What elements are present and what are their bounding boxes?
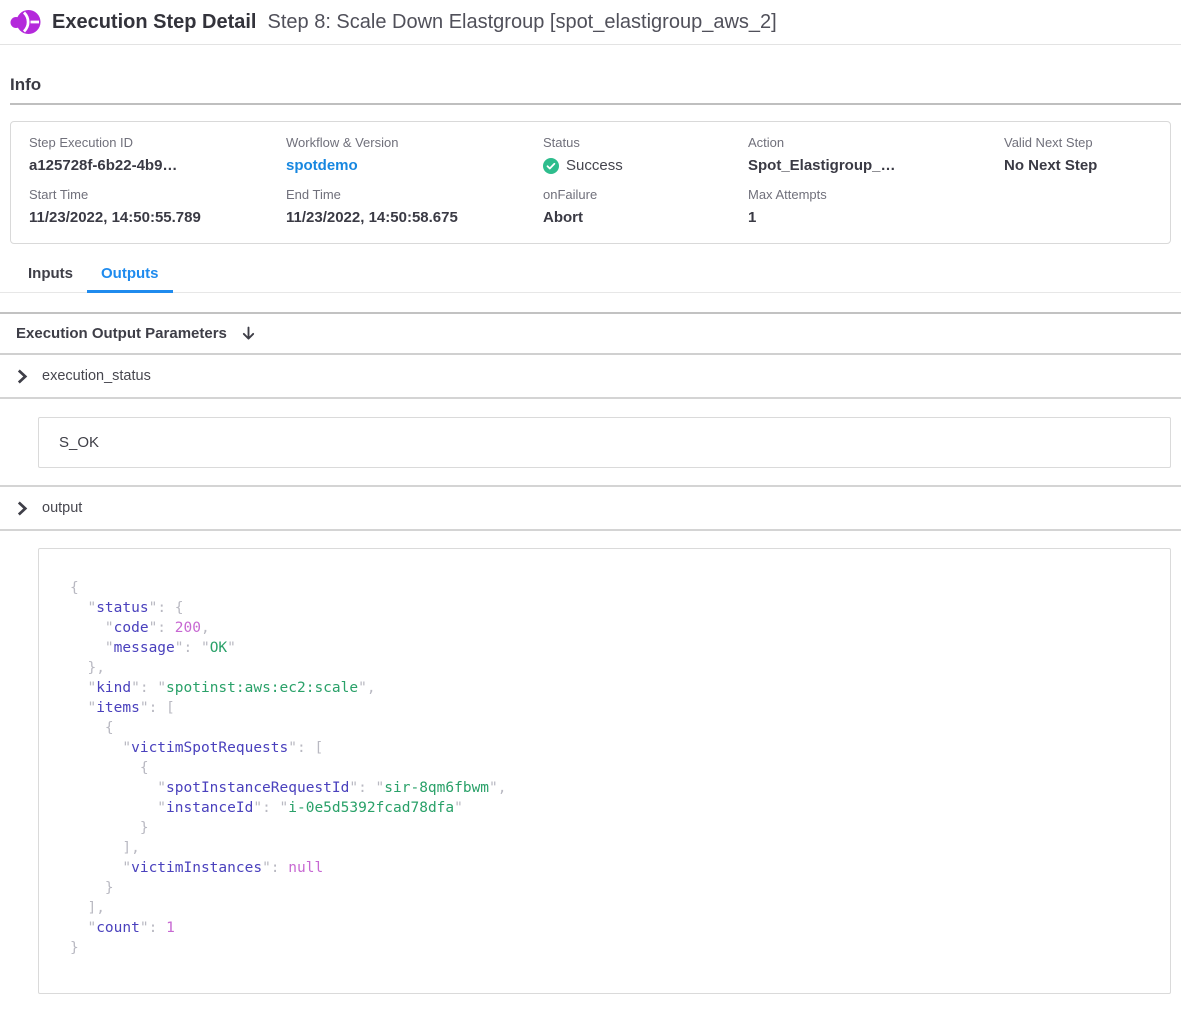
field-value: 11/23/2022, 14:50:55.789: [29, 209, 286, 226]
status-text: Success: [566, 157, 623, 174]
tab-inputs[interactable]: Inputs: [14, 257, 87, 292]
io-tabs: Inputs Outputs: [0, 257, 1181, 293]
status-badge: Success: [543, 157, 748, 174]
workflow-link[interactable]: spotdemo: [286, 157, 543, 174]
field-value: 1: [748, 209, 1004, 226]
field-end-time: End Time 11/23/2022, 14:50:58.675: [286, 187, 543, 226]
field-label: Max Attempts: [748, 187, 1004, 202]
info-section-heading: Info: [10, 45, 1181, 105]
field-max-attempts: Max Attempts 1: [748, 187, 1004, 226]
field-action: Action Spot_Elastigroup_…: [748, 135, 1004, 174]
brand-logo-icon: [10, 8, 41, 36]
field-value: 11/23/2022, 14:50:58.675: [286, 209, 543, 226]
download-outputs-button[interactable]: [240, 325, 257, 342]
field-label: Workflow & Version: [286, 135, 543, 150]
field-workflow-version: Workflow & Version spotdemo: [286, 135, 543, 174]
group-row-output[interactable]: output: [0, 487, 1181, 531]
field-label: Action: [748, 135, 1004, 150]
output-json-panel: { "status": { "code": 200, "message": "O…: [38, 548, 1171, 994]
tab-outputs[interactable]: Outputs: [87, 257, 173, 292]
info-card: Step Execution ID a125728f-6b22-4b9… Wor…: [10, 121, 1171, 244]
execution-status-value: S_OK: [59, 434, 99, 451]
download-arrow-icon: [240, 325, 257, 342]
field-value: a125728f-6b22-4b9…: [29, 157, 286, 174]
chevron-right-icon: [17, 501, 28, 516]
group-name: execution_status: [42, 368, 151, 384]
json-code: { "status": { "code": 200, "message": "O…: [70, 578, 1150, 958]
field-label: Status: [543, 135, 748, 150]
field-label: Valid Next Step: [1004, 135, 1170, 150]
page-subtitle: Step 8: Scale Down Elastgroup [spot_elas…: [268, 11, 777, 34]
field-label: onFailure: [543, 187, 748, 202]
page-header: Execution Step Detail Step 8: Scale Down…: [0, 0, 1181, 45]
field-label: End Time: [286, 187, 543, 202]
field-valid-next-step: Valid Next Step No Next Step: [1004, 135, 1170, 174]
field-value: Abort: [543, 209, 748, 226]
field-label: Step Execution ID: [29, 135, 286, 150]
info-fields-grid: Step Execution ID a125728f-6b22-4b9… Wor…: [29, 135, 1170, 226]
field-step-execution-id: Step Execution ID a125728f-6b22-4b9…: [29, 135, 286, 174]
output-parameters-heading-row: Execution Output Parameters: [0, 314, 1181, 355]
field-onfailure: onFailure Abort: [543, 187, 748, 226]
field-value: Spot_Elastigroup_…: [748, 157, 1004, 174]
field-start-time: Start Time 11/23/2022, 14:50:55.789: [29, 187, 286, 226]
chevron-right-icon: [17, 369, 28, 384]
field-value: No Next Step: [1004, 157, 1170, 174]
page-title: Execution Step Detail: [52, 11, 257, 34]
group-row-execution-status[interactable]: execution_status: [0, 355, 1181, 399]
group-name: output: [42, 500, 82, 516]
execution-status-value-panel: S_OK: [38, 417, 1171, 468]
field-status: Status Success: [543, 135, 748, 174]
field-label: Start Time: [29, 187, 286, 202]
success-check-icon: [543, 158, 559, 174]
output-parameters-heading: Execution Output Parameters: [16, 325, 227, 342]
